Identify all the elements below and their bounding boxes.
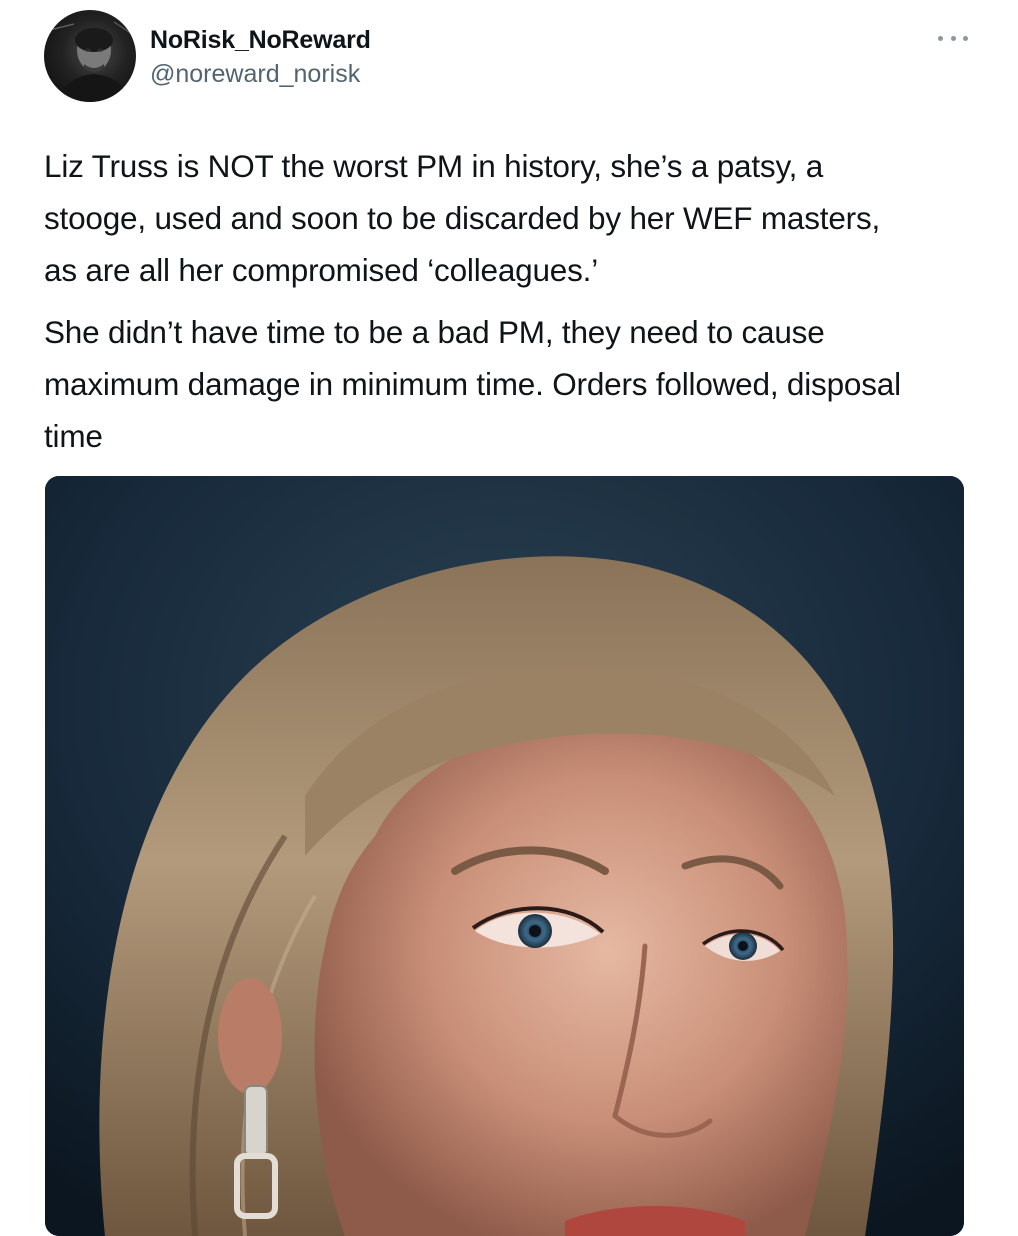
- avatar[interactable]: [44, 10, 136, 102]
- tweet-text: Liz Truss is NOT the worst PM in history…: [44, 140, 984, 472]
- portrait-photo: [45, 476, 964, 1236]
- author-display-name[interactable]: NoRisk_NoReward: [150, 26, 371, 55]
- more-horizontal-icon[interactable]: [938, 30, 968, 46]
- tweet-paragraph: She didn’t have time to be a bad PM, the…: [44, 314, 901, 454]
- tweet: NoRisk_NoReward @noreward_norisk Liz Tru…: [0, 0, 1018, 1236]
- tweet-paragraph: Liz Truss is NOT the worst PM in history…: [44, 148, 881, 288]
- avatar-image: [49, 21, 133, 102]
- tweet-photo[interactable]: [45, 476, 964, 1236]
- author-handle[interactable]: @noreward_norisk: [150, 60, 360, 89]
